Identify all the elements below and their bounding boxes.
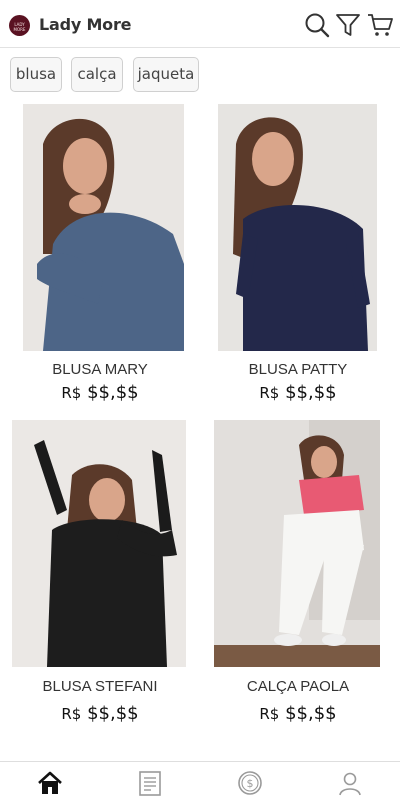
- chip-jaqueta[interactable]: jaqueta: [133, 57, 199, 92]
- product-name: CALÇA PAOLA: [246, 678, 350, 695]
- brand-logo-text: LADY MORE: [13, 22, 26, 32]
- svg-text:$: $: [247, 777, 254, 790]
- product-name: BLUSA STEFANI: [42, 678, 158, 695]
- price-currency: R$: [259, 705, 280, 723]
- price-value: $$,$$: [87, 703, 139, 724]
- wallet-icon[interactable]: $: [236, 769, 264, 797]
- category-filters: blusa calça jaqueta: [0, 48, 400, 102]
- chip-calca[interactable]: calça: [71, 57, 123, 92]
- price-value: $$,$$: [87, 382, 139, 403]
- filter-icon[interactable]: [334, 11, 362, 39]
- product-photo-blusa-patty[interactable]: [218, 104, 377, 351]
- product-photo-calca-paola[interactable]: [214, 420, 380, 667]
- product-photo-blusa-mary[interactable]: [23, 104, 184, 351]
- app-name: Lady More: [39, 15, 132, 34]
- profile-icon[interactable]: [336, 769, 364, 797]
- price-currency: R$: [61, 705, 82, 723]
- product-price: R$ $$,$$: [198, 382, 398, 403]
- bottom-navigation: $: [0, 761, 400, 800]
- brand-logo[interactable]: LADY MORE: [9, 15, 30, 36]
- product-name: BLUSA MARY: [52, 361, 148, 378]
- price-currency: R$: [61, 384, 82, 402]
- orders-icon[interactable]: [136, 769, 164, 797]
- chip-blusa[interactable]: blusa: [10, 57, 62, 92]
- product-photo-blusa-stefani[interactable]: [12, 420, 186, 667]
- product-name: BLUSA PATTY: [248, 361, 348, 378]
- search-icon[interactable]: [303, 11, 331, 39]
- product-price: R$ $$,$$: [0, 703, 200, 724]
- price-value: $$,$$: [285, 382, 337, 403]
- cart-icon[interactable]: [366, 11, 394, 39]
- product-price: R$ $$,$$: [198, 703, 398, 724]
- price-currency: R$: [259, 384, 280, 402]
- app-header: LADY MORE Lady More: [0, 0, 400, 48]
- home-icon[interactable]: [36, 769, 64, 797]
- price-value: $$,$$: [285, 703, 337, 724]
- product-price: R$ $$,$$: [0, 382, 200, 403]
